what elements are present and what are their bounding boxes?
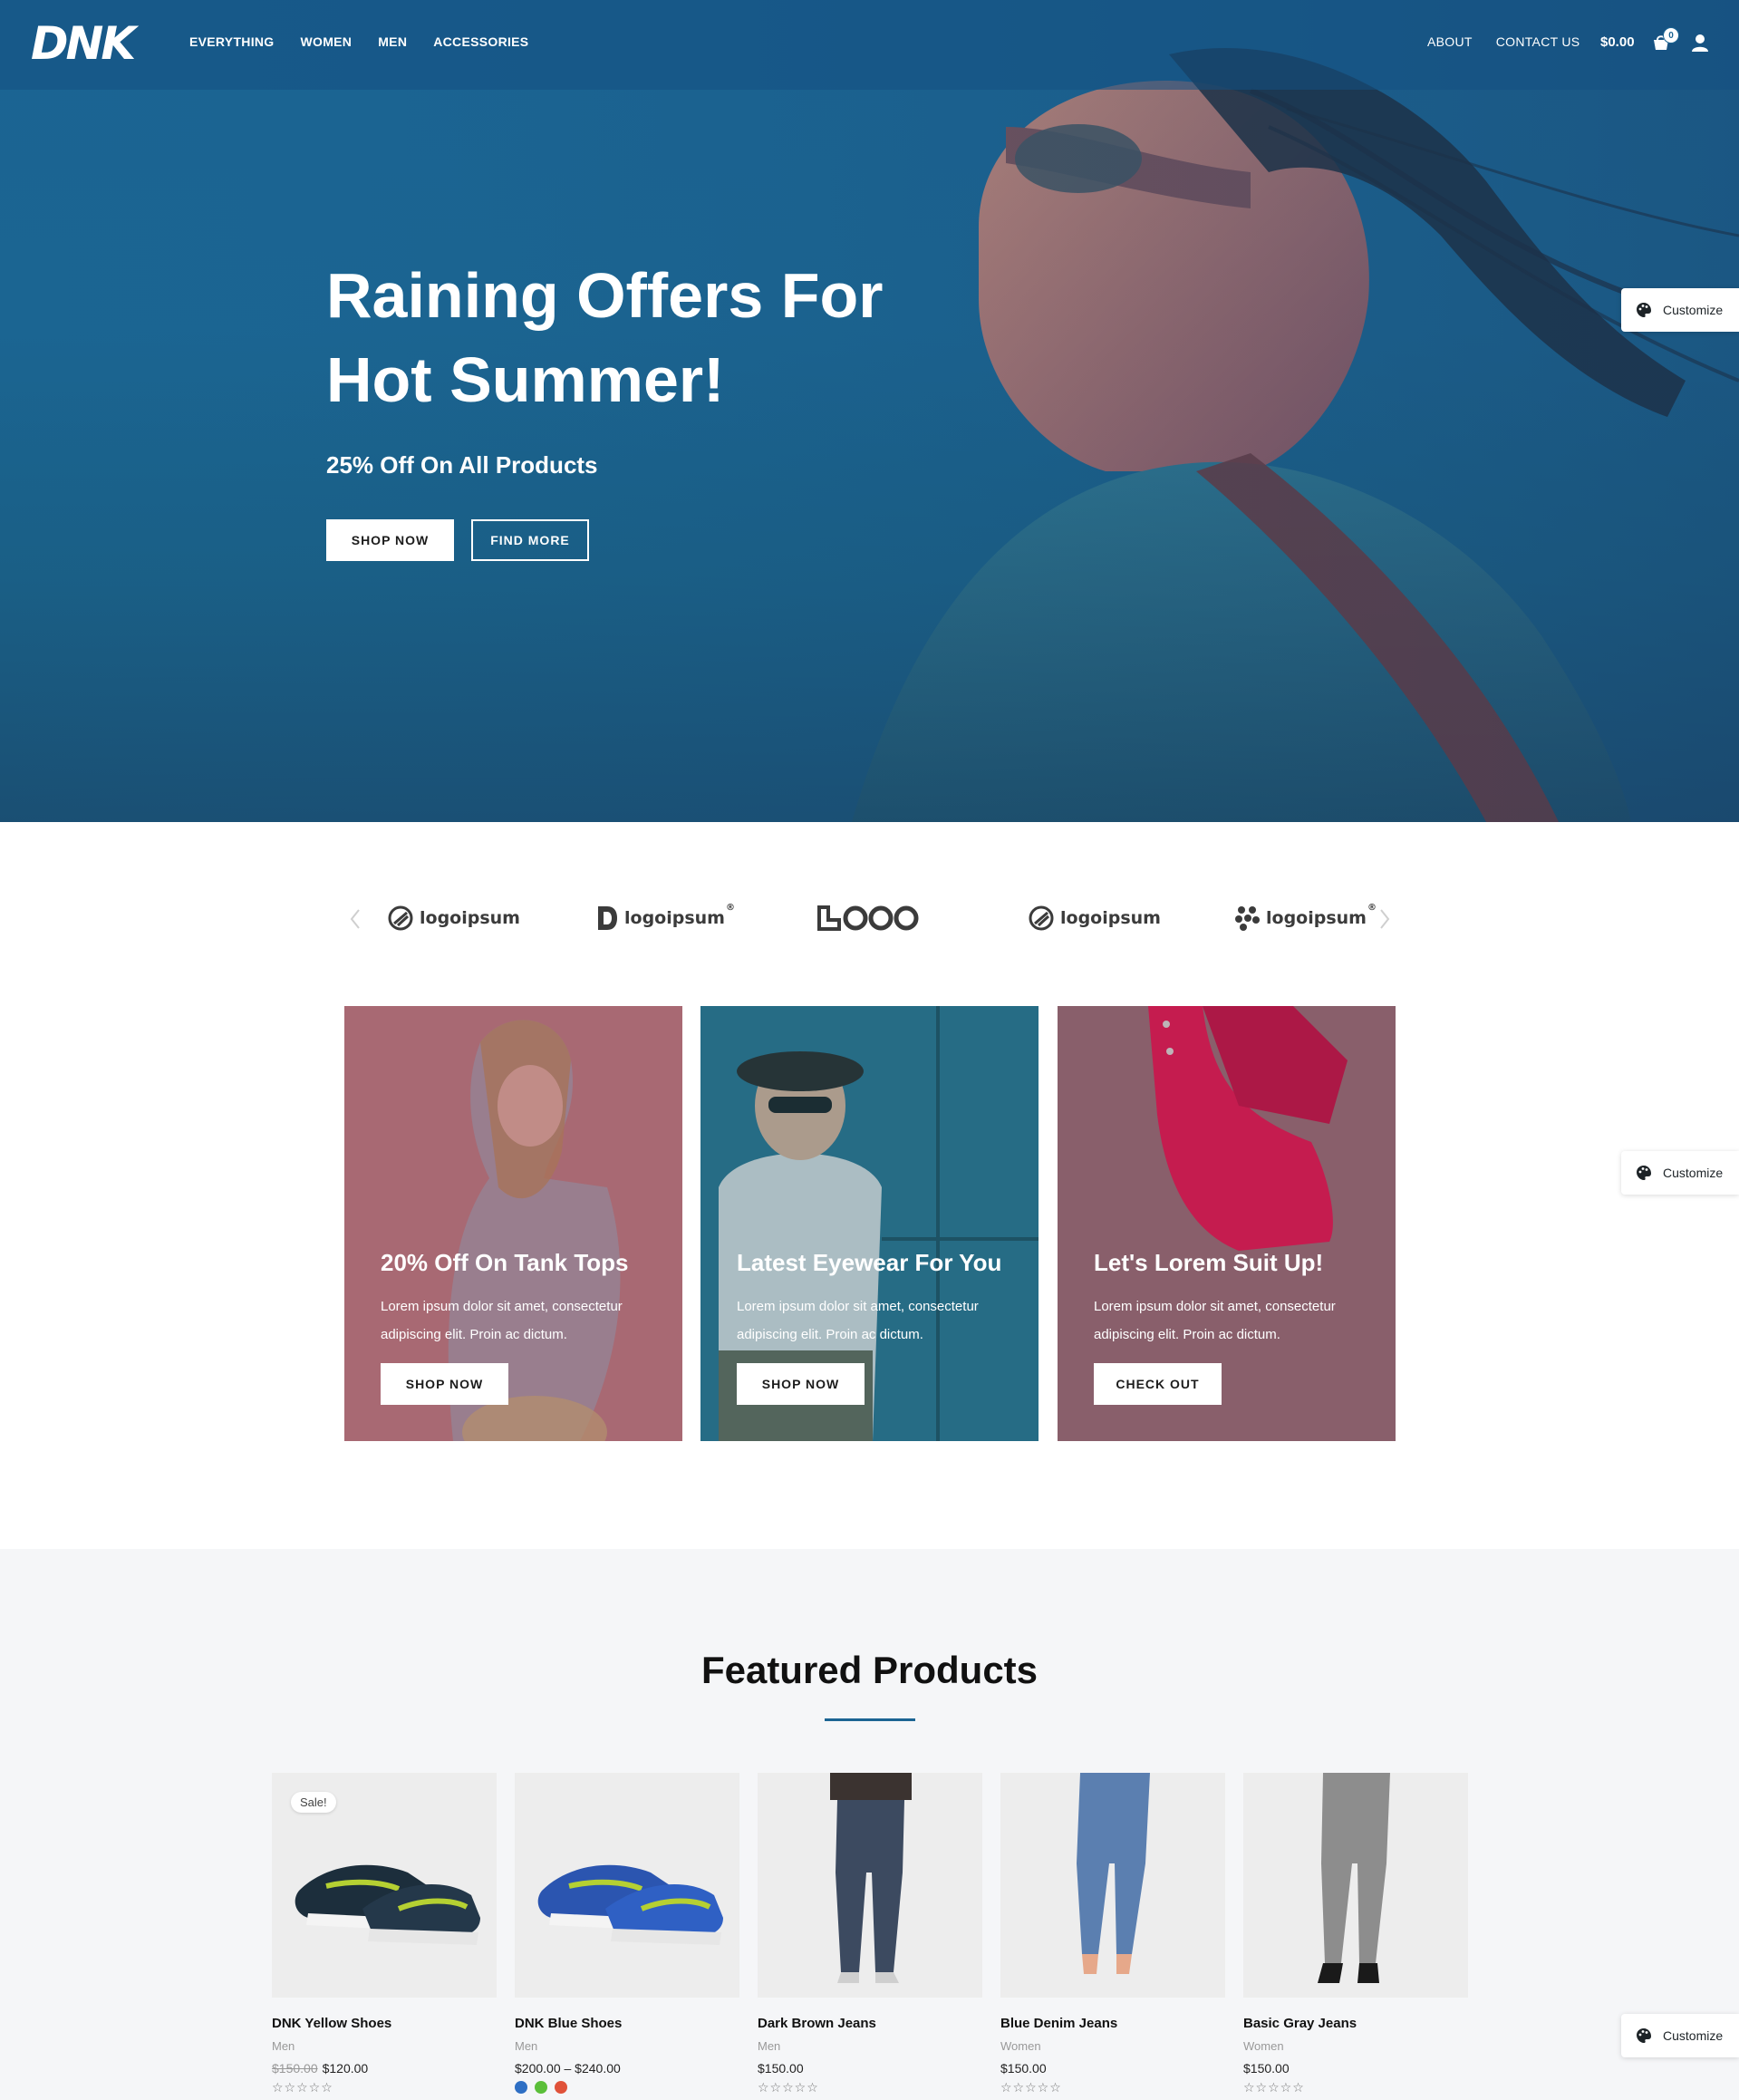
product-name[interactable]: DNK Blue Shoes bbox=[515, 2016, 739, 2031]
cart-total[interactable]: $0.00 bbox=[1600, 34, 1635, 50]
cart-count-badge: 0 bbox=[1663, 27, 1679, 44]
registered-mark: ® bbox=[1367, 903, 1377, 913]
customize-label: Customize bbox=[1663, 1166, 1724, 1180]
hero-title: Raining Offers For Hot Summer! bbox=[326, 260, 884, 415]
nav-women[interactable]: WOMEN bbox=[301, 34, 353, 49]
product-category: Men bbox=[758, 2039, 781, 2053]
nav-contact-us[interactable]: CONTACT US bbox=[1496, 34, 1580, 49]
brand-logo-label: logoipsum bbox=[420, 908, 520, 928]
site-logo[interactable]: DNK bbox=[31, 18, 136, 69]
hero-subtitle: 25% Off On All Products bbox=[326, 451, 598, 479]
customize-label: Customize bbox=[1663, 303, 1724, 317]
brand-logo-4[interactable]: logoipsum bbox=[1029, 903, 1161, 934]
brand-logo-2[interactable]: logoipsum ® bbox=[596, 903, 735, 934]
dark-jeans-image bbox=[758, 1773, 982, 1998]
blue-shoe-image bbox=[515, 1773, 739, 1998]
product-category: Women bbox=[1000, 2039, 1041, 2053]
product-name[interactable]: Basic Gray Jeans bbox=[1243, 2016, 1468, 2031]
carousel-next-arrow-icon[interactable] bbox=[1376, 906, 1394, 932]
product-category: Men bbox=[515, 2039, 538, 2053]
promo-title: Let's Lorem Suit Up! bbox=[1094, 1249, 1324, 1276]
product-card[interactable]: Dark Brown Jeans Men $150.00 ☆☆☆☆☆ bbox=[758, 1773, 982, 2095]
brand-logo-3[interactable] bbox=[817, 903, 923, 934]
sale-badge: Sale! bbox=[291, 1792, 336, 1813]
product-card[interactable]: Blue Denim Jeans Women $150.00 ☆☆☆☆☆ bbox=[1000, 1773, 1225, 2095]
title-underline bbox=[825, 1718, 915, 1721]
blue-denim-image bbox=[1000, 1773, 1225, 1998]
promo-text: Lorem ipsum dolor sit amet, consectetur … bbox=[381, 1299, 623, 1342]
color-swatches bbox=[515, 2081, 739, 2094]
product-card[interactable]: DNK Blue Shoes Men $200.00 – $240.00 bbox=[515, 1773, 739, 2094]
product-category: Men bbox=[272, 2039, 295, 2053]
promo-title: 20% Off On Tank Tops bbox=[381, 1249, 629, 1276]
user-account-icon[interactable] bbox=[1691, 34, 1709, 52]
brand-logo-label: logoipsum bbox=[1060, 908, 1161, 928]
promo-text: Lorem ipsum dolor sit amet, consectetur … bbox=[737, 1299, 979, 1342]
product-image[interactable] bbox=[515, 1773, 739, 1998]
primary-nav: EVERYTHING WOMEN MEN ACCESSORIES bbox=[189, 34, 528, 49]
product-card[interactable]: Basic Gray Jeans Women $150.00 ☆☆☆☆☆ bbox=[1243, 1773, 1468, 2095]
product-image[interactable]: Sale! bbox=[272, 1773, 497, 1998]
product-card[interactable]: Sale! DNK Yellow Shoes Men $150.00 $120.0… bbox=[272, 1773, 497, 2095]
brand-logo-1[interactable]: logoipsum bbox=[388, 903, 520, 934]
brand-logo-5[interactable]: logoipsum ® bbox=[1234, 903, 1377, 934]
product-image[interactable] bbox=[1243, 1773, 1468, 1998]
featured-title: Featured Products bbox=[700, 1649, 1039, 1691]
product-price: $150.00 $120.00 bbox=[272, 2061, 497, 2076]
nav-accessories[interactable]: ACCESSORIES bbox=[433, 34, 528, 49]
color-swatch-red[interactable] bbox=[555, 2081, 567, 2094]
brand-logo-label: logoipsum bbox=[624, 908, 725, 928]
palette-icon bbox=[1637, 303, 1651, 317]
product-price: $150.00 bbox=[1000, 2061, 1047, 2076]
nav-men[interactable]: MEN bbox=[378, 34, 407, 49]
product-name[interactable]: DNK Yellow Shoes bbox=[272, 2016, 497, 2031]
product-name[interactable]: Dark Brown Jeans bbox=[758, 2016, 982, 2031]
promo-text: Lorem ipsum dolor sit amet, consectetur … bbox=[1094, 1299, 1336, 1342]
promo-card-eyewear[interactable]: Latest Eyewear For You Lorem ipsum dolor… bbox=[700, 1006, 1039, 1441]
sale-price: $120.00 bbox=[322, 2061, 369, 2076]
gray-jeans-image bbox=[1243, 1773, 1468, 1998]
customize-button[interactable]: Customize bbox=[1621, 1151, 1739, 1195]
registered-mark: ® bbox=[725, 903, 735, 913]
product-price: $200.00 – $240.00 bbox=[515, 2061, 621, 2076]
hero-banner: DNK EVERYTHING WOMEN MEN ACCESSORIES ABO… bbox=[0, 0, 1739, 822]
product-price: $150.00 bbox=[758, 2061, 804, 2076]
circle-slash-logo-icon bbox=[1029, 905, 1054, 931]
product-category: Women bbox=[1243, 2039, 1284, 2053]
customize-button[interactable]: Customize bbox=[1621, 288, 1739, 332]
nav-about[interactable]: ABOUT bbox=[1427, 34, 1473, 49]
color-swatch-blue[interactable] bbox=[515, 2081, 527, 2094]
circle-slash-logo-icon bbox=[388, 905, 413, 931]
rating-stars: ☆☆☆☆☆ bbox=[1000, 2080, 1062, 2095]
palette-icon bbox=[1637, 2028, 1651, 2043]
customize-label: Customize bbox=[1663, 2028, 1724, 2043]
customize-button[interactable]: Customize bbox=[1621, 2014, 1739, 2057]
promo-shop-now-button[interactable]: SHOP NOW bbox=[737, 1363, 865, 1405]
product-price: $150.00 bbox=[1243, 2061, 1290, 2076]
palette-icon bbox=[1637, 1166, 1651, 1180]
original-price: $150.00 bbox=[272, 2061, 318, 2076]
promo-title: Latest Eyewear For You bbox=[737, 1249, 1002, 1276]
promo-card-tank-tops[interactable]: 20% Off On Tank Tops Lorem ipsum dolor s… bbox=[344, 1006, 682, 1441]
dots-cluster-logo-icon bbox=[1235, 906, 1260, 931]
nav-everything[interactable]: EVERYTHING bbox=[189, 34, 275, 49]
promo-card-suit-up[interactable]: Let's Lorem Suit Up! Lorem ipsum dolor s… bbox=[1058, 1006, 1396, 1441]
rating-stars: ☆☆☆☆☆ bbox=[1243, 2080, 1305, 2095]
logo-wordmark-icon bbox=[817, 905, 919, 931]
hero-find-more-button[interactable]: FIND MORE bbox=[471, 519, 589, 561]
promo-shop-now-button[interactable]: SHOP NOW bbox=[381, 1363, 508, 1405]
rating-stars: ☆☆☆☆☆ bbox=[272, 2080, 333, 2095]
promo-check-out-button[interactable]: CHECK OUT bbox=[1094, 1363, 1222, 1405]
color-swatch-green[interactable] bbox=[535, 2081, 547, 2094]
secondary-nav: ABOUT CONTACT US bbox=[1427, 34, 1580, 49]
brand-logo-label: logoipsum bbox=[1266, 908, 1367, 928]
d-shape-logo-icon bbox=[598, 906, 617, 930]
product-image[interactable] bbox=[758, 1773, 982, 1998]
product-image[interactable] bbox=[1000, 1773, 1225, 1998]
carousel-prev-arrow-icon[interactable] bbox=[346, 906, 364, 932]
rating-stars: ☆☆☆☆☆ bbox=[758, 2080, 819, 2095]
hero-shop-now-button[interactable]: SHOP NOW bbox=[326, 519, 454, 561]
product-name[interactable]: Blue Denim Jeans bbox=[1000, 2016, 1225, 2031]
